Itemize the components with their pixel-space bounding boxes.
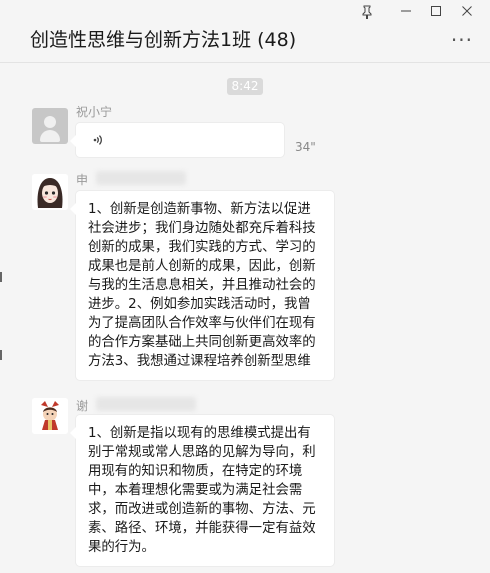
pin-icon[interactable]	[358, 5, 376, 21]
avatar[interactable]	[32, 108, 68, 144]
avatar[interactable]	[32, 174, 68, 210]
close-icon[interactable]	[458, 5, 476, 21]
voice-message-bubble[interactable]	[70, 123, 284, 157]
minimize-icon[interactable]	[397, 5, 415, 21]
sender-name: 谢	[76, 399, 89, 413]
voice-duration: 34"	[295, 140, 316, 154]
time-divider: 8:42	[227, 78, 263, 95]
blurred-name	[96, 171, 186, 185]
sender-name: 祝小宁	[76, 105, 113, 119]
voice-wave-icon	[93, 135, 102, 145]
sender-name: 申	[76, 173, 89, 187]
chat-title: 创造性思维与创新方法1班 (48)	[30, 29, 297, 51]
edge-marker	[0, 272, 2, 282]
blurred-name	[96, 397, 196, 411]
more-options-icon[interactable]: ···	[451, 28, 473, 52]
chat-window: 创造性思维与创新方法1班 (48) ··· 8:42 祝小宁 34" 申 1、创…	[0, 0, 490, 573]
text-message-bubble[interactable]: 1、创新是指以现有的思维模式提出有别于常规或常人思路的见解为导向，利用现有的知识…	[70, 415, 334, 566]
maximize-icon[interactable]	[427, 5, 445, 21]
text-message-bubble[interactable]: 1、创新是创造新事物、新方法以促进社会进步；我们身边随处都充斥着科技创新的成果，…	[70, 191, 334, 380]
title-bar: 创造性思维与创新方法1班 (48) ···	[0, 0, 490, 63]
edge-marker	[0, 350, 2, 360]
avatar[interactable]	[32, 398, 68, 434]
